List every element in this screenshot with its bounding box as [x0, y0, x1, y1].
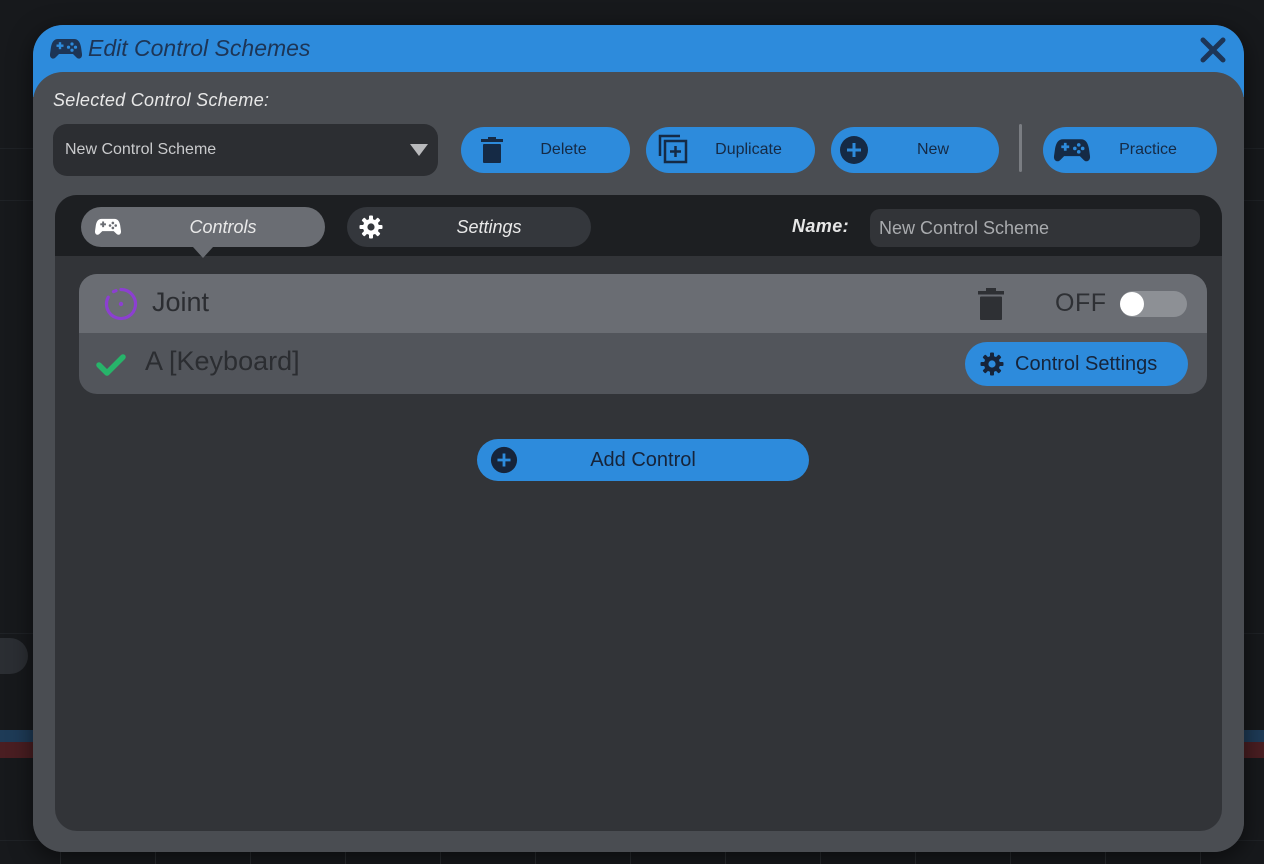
trash-icon[interactable] [977, 288, 1005, 320]
gear-icon [980, 352, 1004, 376]
binding-label: A [Keyboard] [145, 346, 300, 376]
plus-circle-icon [840, 136, 868, 164]
delete-label: Delete [540, 141, 587, 158]
add-control-label: Add Control [590, 449, 696, 471]
close-icon[interactable] [1199, 36, 1227, 64]
edit-control-schemes-dialog: Edit Control Schemes Selected Control Sc… [33, 25, 1244, 852]
background-scrollbar [0, 638, 28, 674]
dialog-body: Selected Control Scheme: New Control Sch… [33, 72, 1244, 852]
selected-scheme-label: Selected Control Scheme: [53, 90, 270, 110]
trash-icon [481, 137, 503, 163]
gear-icon [359, 215, 383, 239]
tab-bar: Controls Settings Name: New Control Sche… [55, 195, 1222, 258]
active-tab-pointer [193, 247, 213, 258]
control-card-header [79, 274, 1207, 333]
practice-button[interactable]: Practice [1043, 127, 1217, 173]
scheme-panel: Controls Settings Name: New Control Sche… [55, 195, 1222, 831]
tab-controls[interactable]: Controls [81, 207, 325, 247]
tab-settings[interactable]: Settings [347, 207, 591, 247]
practice-label: Practice [1119, 141, 1177, 158]
dialog-title: Edit Control Schemes [88, 35, 311, 61]
new-button[interactable]: New [831, 127, 999, 173]
control-type-label: Joint [152, 287, 210, 317]
duplicate-icon [658, 134, 688, 164]
add-control-button[interactable]: Add Control [477, 439, 809, 481]
name-label: Name: [792, 216, 850, 236]
delete-button[interactable]: Delete [461, 127, 630, 173]
duplicate-label: Duplicate [715, 141, 782, 158]
toggle-knob [1120, 292, 1144, 316]
control-card: Joint OFF A [Keyboard] Control Settings [79, 274, 1207, 394]
scheme-dropdown-value: New Control Scheme [65, 141, 217, 158]
tab-controls-label: Controls [189, 217, 257, 237]
enable-toggle[interactable] [1120, 291, 1187, 317]
name-input[interactable] [870, 209, 1200, 247]
gamepad-icon [50, 39, 82, 59]
toolbar-separator [1019, 124, 1022, 172]
toggle-state-label: OFF [1055, 289, 1107, 317]
gamepad-icon [1053, 139, 1091, 162]
dropdown-arrow-icon [410, 144, 428, 156]
control-settings-button[interactable]: Control Settings [965, 342, 1188, 386]
scheme-dropdown[interactable]: New Control Scheme [53, 124, 438, 176]
gamepad-icon [95, 218, 121, 235]
control-settings-label: Control Settings [1015, 353, 1158, 375]
duplicate-button[interactable]: Duplicate [646, 127, 815, 173]
new-label: New [916, 141, 949, 158]
tab-settings-label: Settings [456, 217, 522, 237]
check-icon [96, 354, 126, 376]
joint-icon [104, 287, 138, 321]
